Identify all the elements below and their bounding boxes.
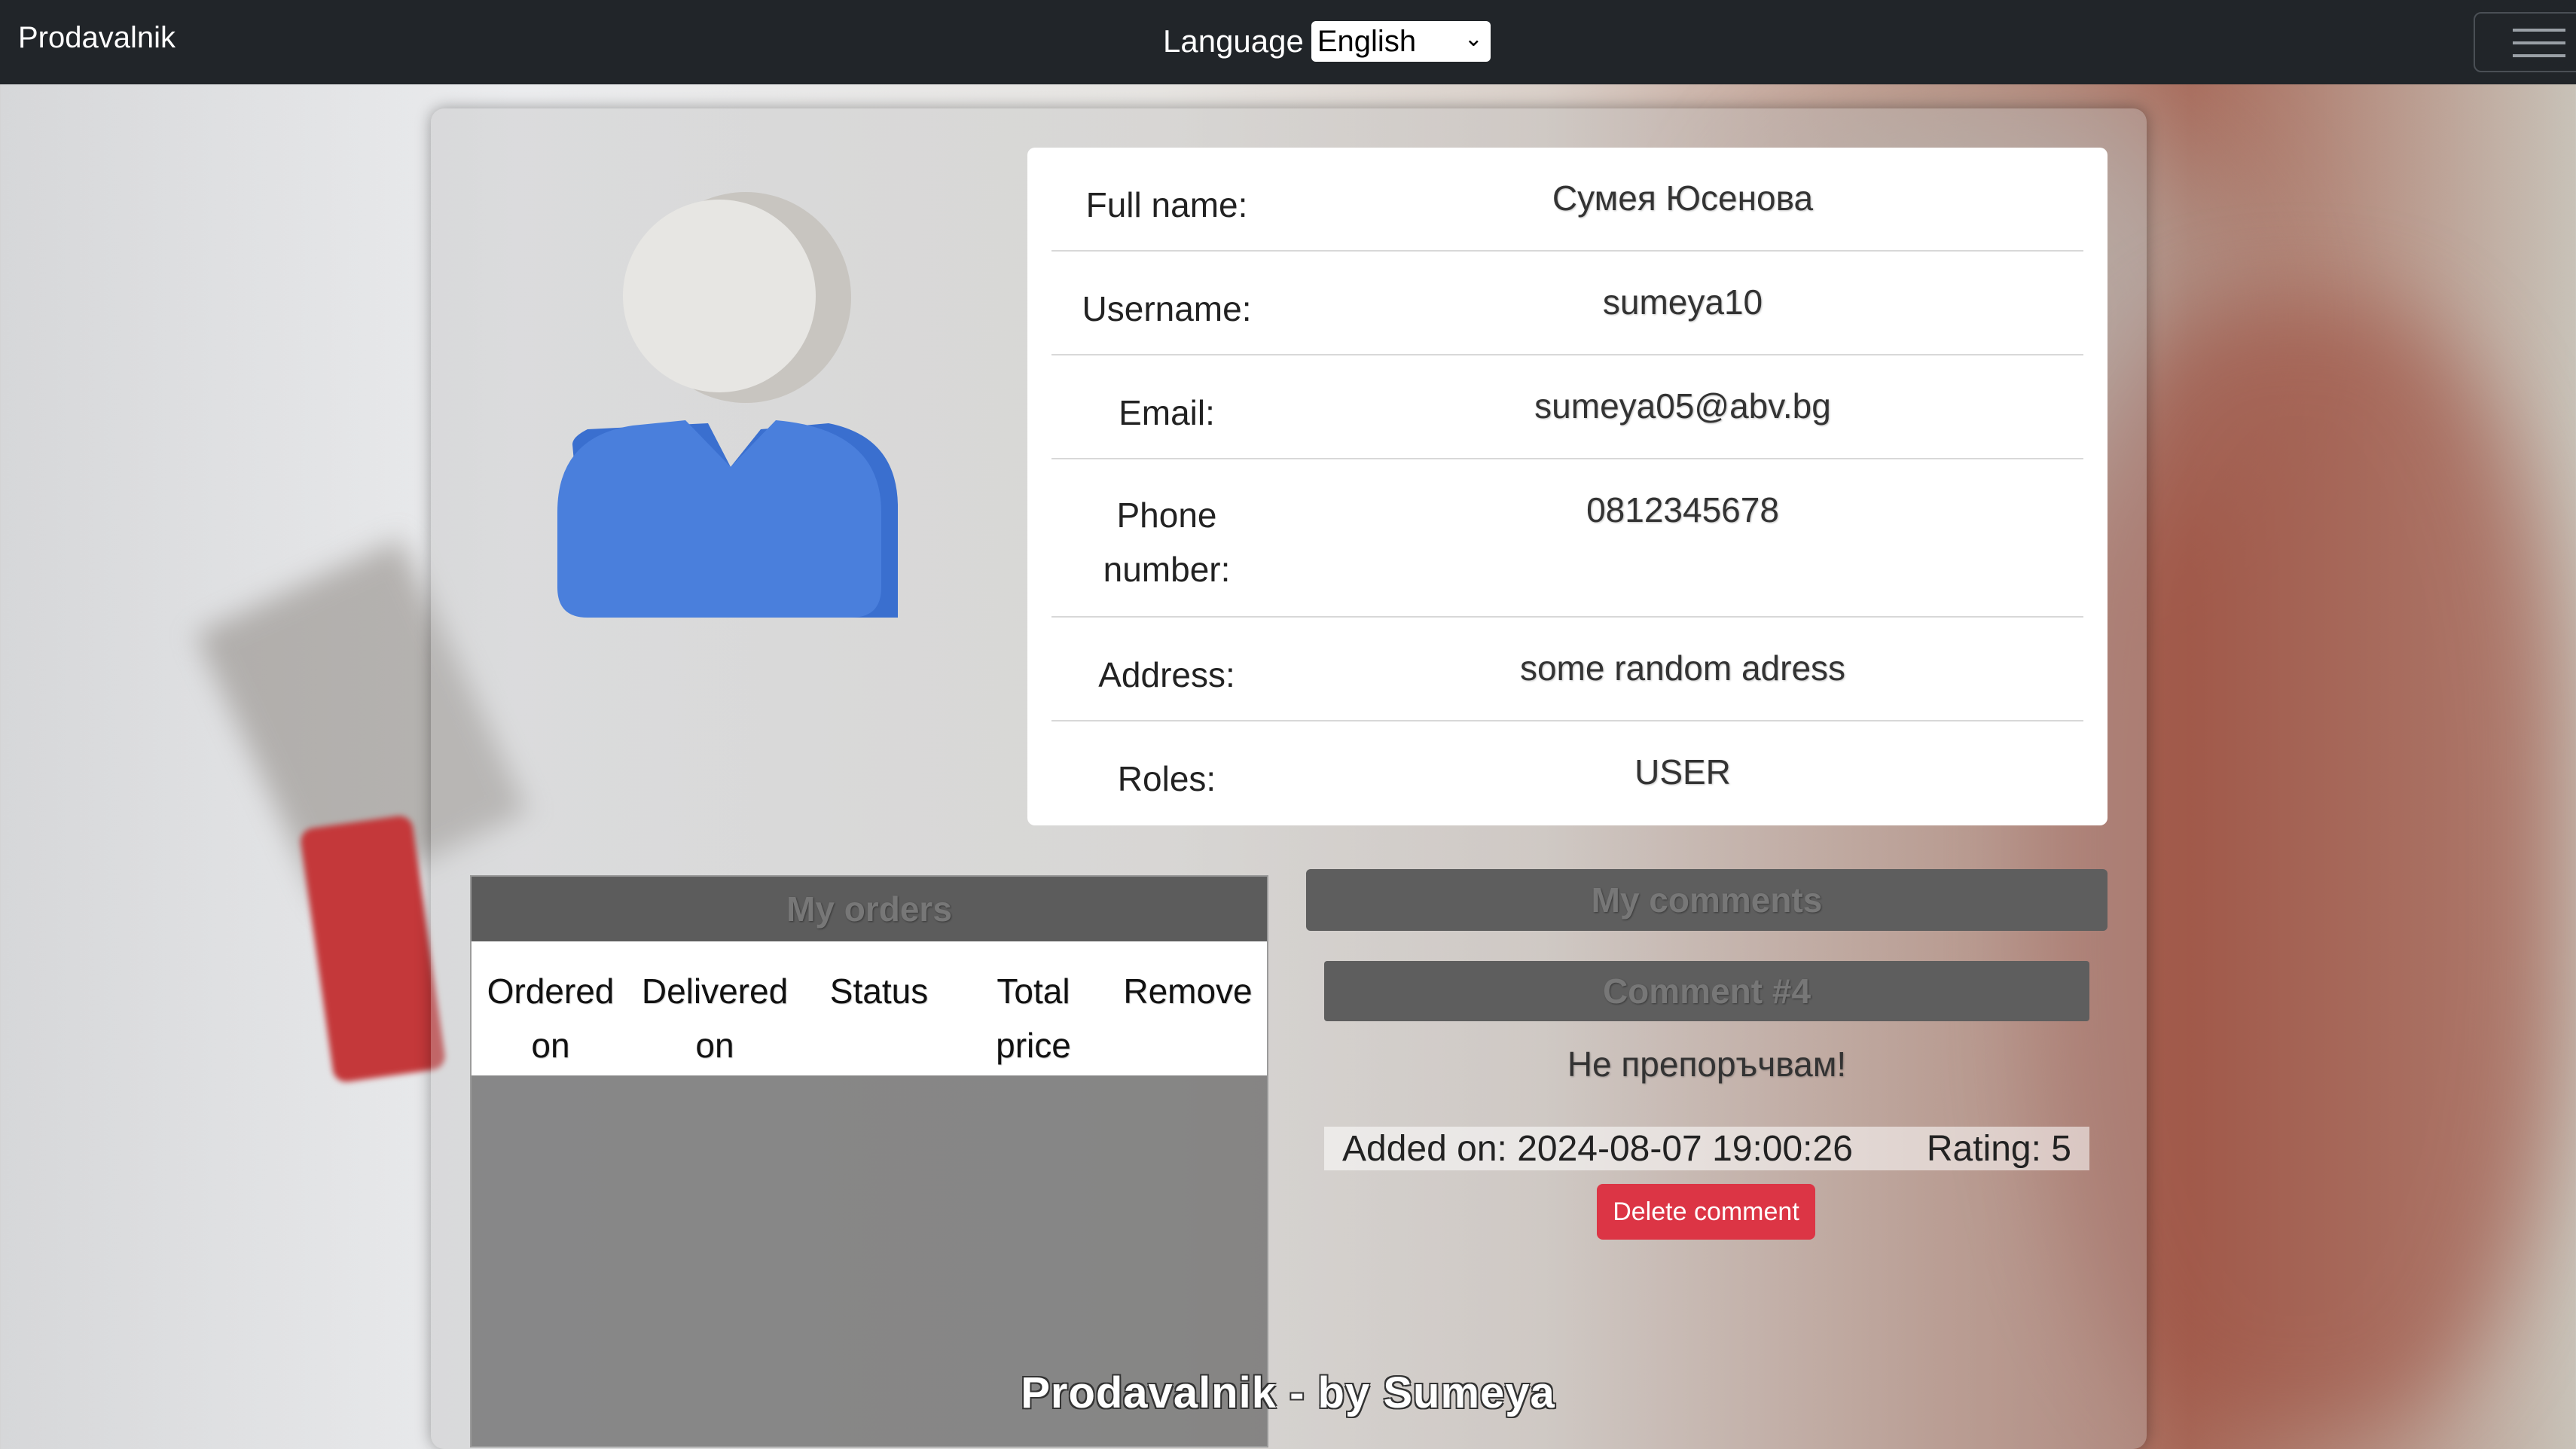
hamburger-menu-icon bbox=[2513, 41, 2565, 44]
info-row-username: Username: sumeya10 bbox=[1051, 252, 2083, 355]
orders-table-header: Ordered on Delivered on Status Total pri… bbox=[472, 941, 1267, 1075]
orders-title: My orders bbox=[472, 877, 1267, 941]
column-header-delivered-on: Delivered on bbox=[641, 972, 789, 1065]
comment-meta: Added on: 2024-08-07 19:00:26 Rating: 5 bbox=[1324, 1127, 2089, 1170]
info-label: Roles: bbox=[1117, 759, 1216, 798]
language-switcher: Language English ⌄ bbox=[1163, 21, 1491, 62]
info-label: Address: bbox=[1098, 655, 1235, 694]
brand-link[interactable]: Prodavalnik bbox=[18, 21, 175, 55]
info-label: Full name: bbox=[1085, 185, 1248, 224]
top-navbar: Prodavalnik Language English ⌄ bbox=[0, 0, 2576, 84]
info-row-roles: Roles: USER bbox=[1051, 721, 2083, 824]
info-value: 0812345678 bbox=[1586, 490, 1779, 529]
column-header-ordered-on: Ordered on bbox=[487, 972, 615, 1065]
comment-rating: Rating: 5 bbox=[1926, 1128, 2071, 1169]
info-value: sumeya05@abv.bg bbox=[1534, 386, 1831, 426]
info-row-phone: Phone number: 0812345678 bbox=[1051, 459, 2083, 618]
delete-comment-button[interactable]: Delete comment bbox=[1597, 1184, 1815, 1240]
info-value: Сумея Юсенова bbox=[1552, 178, 1814, 218]
comment-text: Не препоръчвам! bbox=[1567, 1045, 1847, 1084]
column-header-remove: Remove bbox=[1123, 972, 1253, 1011]
info-label: Phone number: bbox=[1103, 496, 1231, 589]
profile-info-table: Full name: Сумея Юсенова Username: sumey… bbox=[1027, 148, 2107, 825]
comment-title: Comment #4 bbox=[1324, 961, 2089, 1021]
info-label: Username: bbox=[1082, 289, 1252, 328]
info-value: sumeya10 bbox=[1602, 282, 1763, 322]
info-value: some random adress bbox=[1519, 648, 1846, 688]
language-select[interactable]: English ⌄ bbox=[1311, 21, 1491, 62]
info-row-full-name: Full name: Сумея Юсенова bbox=[1051, 148, 2083, 252]
comment-card: Comment #4 Не препоръчвам! Added on: 202… bbox=[1324, 961, 2089, 1170]
language-selected-value: English bbox=[1317, 24, 1417, 58]
info-label: Email: bbox=[1119, 393, 1215, 432]
column-header-status: Status bbox=[829, 972, 929, 1011]
hamburger-menu-icon bbox=[2513, 29, 2565, 32]
language-label: Language bbox=[1163, 23, 1304, 59]
user-avatar-icon bbox=[557, 192, 898, 618]
hamburger-menu-icon bbox=[2513, 54, 2565, 57]
comment-date: Added on: 2024-08-07 19:00:26 bbox=[1342, 1128, 1853, 1169]
orders-panel: My orders Ordered on Delivered on Status… bbox=[470, 875, 1268, 1447]
info-row-email: Email: sumeya05@abv.bg bbox=[1051, 355, 2083, 459]
comments-title: My comments bbox=[1306, 869, 2107, 931]
hamburger-menu-button[interactable] bbox=[2474, 12, 2576, 72]
footer-text: Prodavalnik - by Sumeya bbox=[1021, 1368, 1555, 1417]
info-value: USER bbox=[1634, 752, 1731, 792]
column-header-total-price: Total price bbox=[996, 972, 1071, 1065]
chevron-down-icon: ⌄ bbox=[1463, 26, 1483, 51]
info-row-address: Address: some random adress bbox=[1051, 618, 2083, 721]
